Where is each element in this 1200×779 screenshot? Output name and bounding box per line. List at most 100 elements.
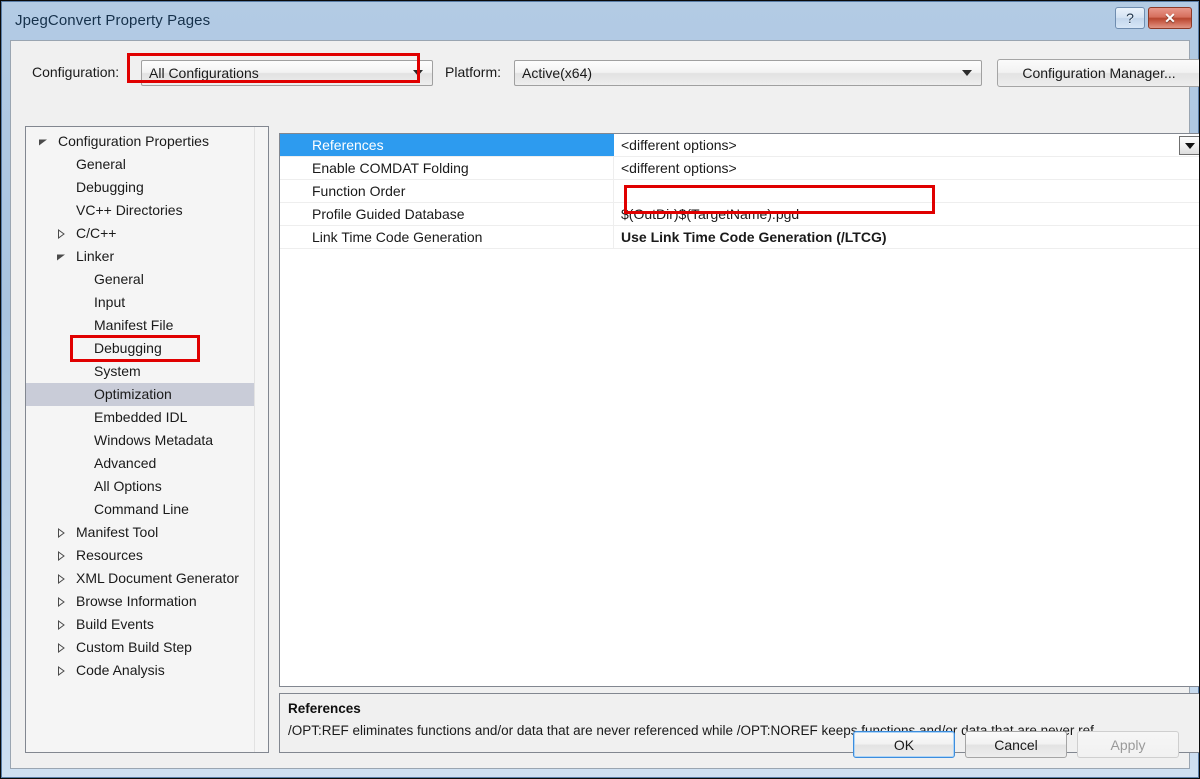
configuration-dropdown-value: All Configurations [149, 65, 259, 81]
tree-item[interactable]: Command Line [26, 498, 255, 521]
tree-item[interactable]: VC++ Directories [26, 199, 255, 222]
property-pages-window: JpegConvert Property Pages ? ✕ Configura… [0, 0, 1200, 779]
property-row[interactable]: Profile Guided Database $(OutDir)$(Target… [280, 203, 1199, 226]
tree-item[interactable]: Custom Build Step [26, 636, 255, 659]
tree-item[interactable]: Configuration Properties [26, 130, 255, 153]
ok-button[interactable]: OK [853, 731, 955, 758]
tree-item[interactable]: Linker [26, 245, 255, 268]
chevron-right-icon[interactable] [56, 596, 66, 607]
configuration-label: Configuration: [32, 64, 120, 80]
property-row[interactable]: Link Time Code Generation Use Link Time C… [280, 226, 1199, 249]
property-value[interactable]: <different options> [614, 157, 1199, 179]
close-button[interactable]: ✕ [1148, 7, 1192, 29]
dialog-client-area: Configuration: All Configurations Platfo… [10, 40, 1199, 769]
platform-dropdown-value: Active(x64) [522, 65, 593, 81]
tree-item[interactable]: XML Document Generator [26, 567, 255, 590]
tree-item[interactable]: Code Analysis [26, 659, 255, 682]
tree-item-label: Browse Information [76, 593, 197, 609]
property-value[interactable]: Use Link Time Code Generation (/LTCG) [614, 226, 1199, 248]
chevron-down-icon [1185, 142, 1195, 149]
tree-item-label: Windows Metadata [94, 432, 214, 448]
tree-item[interactable]: Advanced [26, 452, 255, 475]
tree-item[interactable]: Windows Metadata [26, 429, 255, 452]
tree-item-label: General [94, 271, 144, 287]
tree-item[interactable]: Debugging [26, 176, 255, 199]
property-value[interactable]: <different options> [614, 134, 1199, 156]
configuration-toolbar: Configuration: All Configurations Platfo… [20, 58, 1199, 88]
apply-button: Apply [1077, 731, 1179, 758]
chevron-right-icon[interactable] [56, 527, 66, 538]
chevron-right-icon[interactable] [56, 642, 66, 653]
chevron-right-icon[interactable] [56, 228, 66, 239]
apply-button-label: Apply [1110, 736, 1146, 753]
property-value-dropdown-button[interactable] [1179, 136, 1199, 155]
ok-button-label: OK [893, 736, 915, 753]
property-grid-rows: References <different options> Enable COMD… [280, 134, 1199, 249]
tree-item-label: XML Document Generator [76, 570, 239, 586]
property-name: Function Order [280, 180, 614, 202]
chevron-right-icon[interactable] [56, 550, 66, 561]
help-button[interactable]: ? [1115, 7, 1145, 29]
tree-item-label: Manifest Tool [76, 524, 159, 540]
cancel-button-label: Cancel [994, 736, 1038, 753]
tree-item-label: Build Events [76, 616, 154, 632]
tree-item[interactable]: Manifest File [26, 314, 255, 337]
chevron-down-icon [962, 70, 972, 76]
tree-item[interactable]: Resources [26, 544, 255, 567]
tree-item-label: Linker [76, 248, 115, 264]
tree-item-label: Custom Build Step [76, 639, 192, 655]
property-row[interactable]: Function Order [280, 180, 1199, 203]
tree-item[interactable]: System [26, 360, 255, 383]
tree-item[interactable]: Browse Information [26, 590, 255, 613]
configuration-tree[interactable]: Configuration Properties General Debugging… [25, 126, 269, 753]
tree-item[interactable]: Embedded IDL [26, 406, 255, 429]
description-title: References [288, 701, 361, 716]
property-name: Enable COMDAT Folding [280, 157, 614, 179]
tree-scrollbar[interactable] [254, 127, 268, 752]
tree-item-label: C/C++ [76, 225, 117, 241]
tree-item-label: Resources [76, 547, 143, 563]
platform-label: Platform: [445, 64, 502, 80]
tree-item[interactable]: General [26, 268, 255, 291]
tree-item-label: Advanced [94, 455, 157, 471]
property-value[interactable]: $(OutDir)$(TargetName).pgd [614, 203, 1199, 225]
tree-item[interactable]: General [26, 153, 255, 176]
configuration-manager-button[interactable]: Configuration Manager... [997, 59, 1199, 87]
property-value[interactable] [614, 180, 1199, 202]
tree-item[interactable]: C/C++ [26, 222, 255, 245]
tree-item[interactable]: Manifest Tool [26, 521, 255, 544]
tree-item-list: Configuration Properties General Debugging… [26, 130, 255, 682]
tree-item-label: General [76, 156, 126, 172]
tree-item-label: Embedded IDL [94, 409, 188, 425]
window-frame: JpegConvert Property Pages ? ✕ Configura… [1, 1, 1199, 778]
tree-item-label: Configuration Properties [58, 133, 209, 149]
tree-item-label: Optimization [94, 386, 172, 402]
platform-dropdown[interactable]: Active(x64) [514, 60, 982, 86]
chevron-down-icon[interactable] [38, 137, 48, 147]
tree-item-label: All Options [94, 478, 162, 494]
tree-item[interactable]: Debugging [26, 337, 255, 360]
tree-item-label: Debugging [94, 340, 162, 356]
configuration-manager-label: Configuration Manager... [1022, 65, 1176, 81]
window-title: JpegConvert Property Pages [15, 12, 211, 29]
cancel-button[interactable]: Cancel [965, 731, 1067, 758]
close-icon: ✕ [1164, 10, 1176, 26]
tree-item-label: Manifest File [94, 317, 174, 333]
title-bar: JpegConvert Property Pages ? ✕ [2, 2, 1198, 40]
configuration-dropdown[interactable]: All Configurations [141, 60, 433, 86]
property-row[interactable]: References <different options> [280, 134, 1199, 157]
chevron-right-icon[interactable] [56, 573, 66, 584]
chevron-down-icon[interactable] [56, 252, 66, 262]
property-name: References [280, 134, 614, 156]
chevron-right-icon[interactable] [56, 665, 66, 676]
tree-item[interactable]: Input [26, 291, 255, 314]
tree-item[interactable]: Build Events [26, 613, 255, 636]
property-name: Link Time Code Generation [280, 226, 614, 248]
tree-item-label: System [94, 363, 141, 379]
tree-item[interactable]: All Options [26, 475, 255, 498]
tree-item[interactable]: Optimization [26, 383, 255, 406]
tree-item-label: Input [94, 294, 126, 310]
chevron-right-icon[interactable] [56, 619, 66, 630]
property-grid[interactable]: References <different options> Enable COMD… [279, 133, 1199, 687]
property-row[interactable]: Enable COMDAT Folding <different options> [280, 157, 1199, 180]
